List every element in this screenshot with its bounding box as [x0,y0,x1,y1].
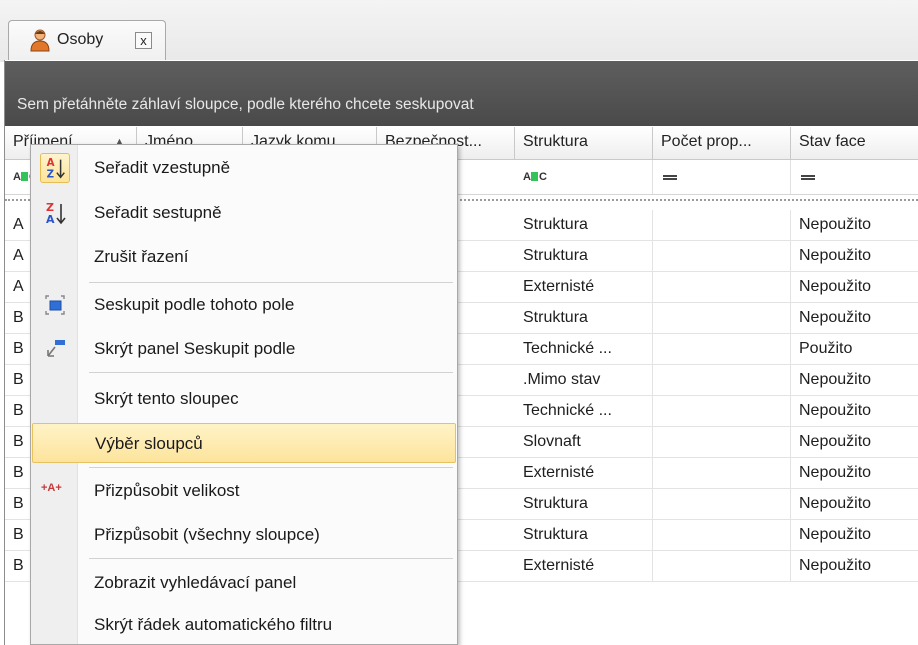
group-by-panel[interactable]: Sem přetáhněte záhlaví sloupce, podle kt… [5,61,918,126]
menu-item-label: Seskupit podle tohoto pole [94,295,295,314]
menu-item-hide-group-panel[interactable]: Skrýt panel Seskupit podle [32,329,456,369]
column-header-label: Počet prop... [661,133,752,150]
text-filter-icon: AC [523,171,547,183]
cell-stav-face: Použito [799,340,853,357]
column-header-label: Struktura [523,133,588,150]
cell-stav-face: Nepoužito [799,557,872,574]
cell-struktura: Externisté [515,272,653,303]
best-fit-icon: +A+ [41,482,62,494]
group-panel-hint: Sem přetáhněte záhlaví sloupce, podle kt… [17,96,474,113]
cell-struktura: Struktura [515,520,653,551]
cell-stav-face: Nepoužito [799,526,872,543]
cell-struktura: Externisté [515,551,653,582]
tab-osoby[interactable]: Osoby x [8,20,166,60]
cell-stav-face: Nepoužito [799,371,872,388]
menu-separator [89,558,453,559]
cell-struktura: .Mimo stav [515,365,653,396]
menu-item-label: Přizpůsobit (všechny sloupce) [94,525,320,544]
menu-item-best-fit-all[interactable]: Přizpůsobit (všechny sloupce) [32,515,456,555]
menu-separator [89,282,453,283]
cell-pocet [653,458,791,489]
menu-item-clear-sorting[interactable]: Zrušit řazení [32,237,456,277]
cell-stav-face: Nepoužito [799,216,872,233]
menu-separator [89,467,453,468]
cell-struktura: Technické ... [515,334,653,365]
cell-pocet [653,520,791,551]
equals-filter-icon [801,175,815,180]
group-by-field-icon [45,295,65,315]
menu-item-label: Seřadit sestupně [94,203,222,222]
column-header-stav-face[interactable]: Stav face [791,127,918,159]
column-header-struktura[interactable]: Struktura [515,127,653,159]
filter-cell-stav-face[interactable] [791,160,918,194]
cell-struktura: Struktura [515,210,653,241]
menu-item-group-by-field[interactable]: Seskupit podle tohoto pole [32,285,456,325]
group-panel-icon [47,340,65,357]
svg-text:Z: Z [47,168,54,180]
cell-stav-face: Nepoužito [799,309,872,326]
menu-item-label: Skrýt panel Seskupit podle [94,339,296,358]
cell-pocet [653,489,791,520]
menu-item-hide-column[interactable]: Skrýt tento sloupec [32,379,456,419]
column-header-label: Stav face [799,133,866,150]
cell-stav-face: Nepoužito [799,402,872,419]
menu-separator [89,372,453,373]
cell-struktura: Externisté [515,458,653,489]
cell-struktura: Struktura [515,489,653,520]
cell-stav-face: Nepoužito [799,495,872,512]
cell-struktura: Slovnaft [515,427,653,458]
cell-pocet [653,551,791,582]
menu-item-sort-descending[interactable]: Z A Seřadit sestupně [32,193,456,233]
menu-item-sort-ascending[interactable]: A Z Seřadit vzestupně [32,148,456,188]
cell-struktura: Technické ... [515,396,653,427]
menu-item-label: Zrušit řazení [94,247,189,266]
cell-pocet [653,427,791,458]
menu-item-label: Skrýt tento sloupec [94,389,239,408]
menu-item-best-fit[interactable]: +A+ Přizpůsobit velikost [32,471,456,511]
menu-item-label: Seřadit vzestupně [94,158,231,177]
cell-stav-face: Nepoužito [799,278,872,295]
equals-filter-icon [663,175,677,180]
menu-item-label: Výběr sloupců [95,434,203,453]
tab-label: Osoby [57,31,104,48]
sort-descending-icon: Z A [46,201,66,226]
cell-pocet [653,241,791,272]
svg-text:A: A [46,213,55,226]
cell-stav-face: Nepoužito [799,247,872,264]
cell-stav-face: Nepoužito [799,464,872,481]
menu-item-hide-auto-filter-row[interactable]: Skrýt řádek automatického filtru [32,605,456,645]
svg-text:A: A [47,157,55,169]
menu-item-label: Přizpůsobit velikost [94,481,240,500]
cell-pocet [653,396,791,427]
menu-item-column-chooser[interactable]: Výběr sloupců [32,423,456,463]
menu-item-show-find-panel[interactable]: Zobrazit vyhledávací panel [32,563,456,603]
cell-struktura: Struktura [515,241,653,272]
person-icon [30,29,50,52]
sort-ascending-icon: A Z [40,153,70,183]
column-header-pocet[interactable]: Počet prop... [653,127,791,159]
cell-pocet [653,365,791,396]
cell-struktura: Struktura [515,303,653,334]
cell-pocet [653,210,791,241]
filter-cell-struktura[interactable]: AC [515,160,653,194]
document-tab-strip: Osoby x [0,0,918,62]
cell-pocet [653,272,791,303]
close-icon[interactable]: x [135,32,152,49]
cell-stav-face: Nepoužito [799,433,872,450]
menu-item-label: Zobrazit vyhledávací panel [94,573,297,592]
cell-pocet [653,334,791,365]
filter-cell-pocet[interactable] [653,160,791,194]
cell-pocet [653,303,791,334]
column-context-menu: A Z Seřadit vzestupně Z A Seřadit sestup… [30,144,458,645]
menu-item-label: Skrýt řádek automatického filtru [94,615,333,634]
